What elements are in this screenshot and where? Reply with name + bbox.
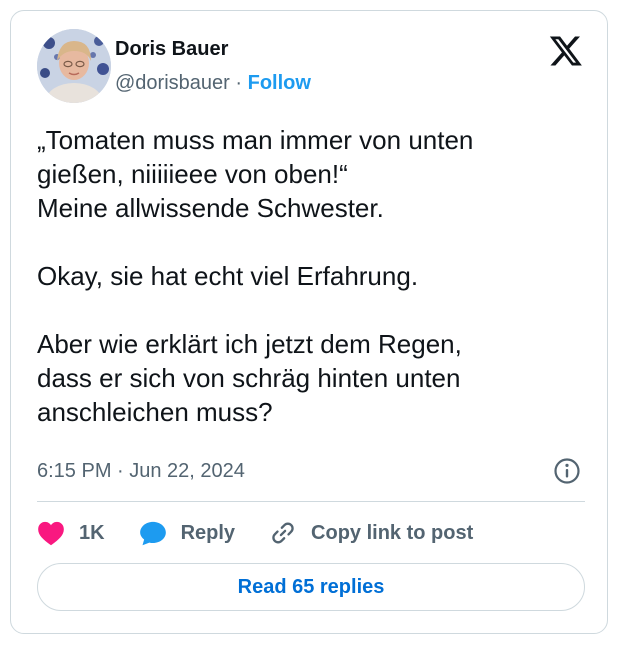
- author-display-name[interactable]: Doris Bauer: [115, 37, 311, 61]
- like-button[interactable]: 1K: [37, 520, 105, 546]
- avatar[interactable]: [37, 29, 111, 103]
- heart-icon: [38, 521, 64, 546]
- reply-bubble-icon: [139, 521, 166, 546]
- follow-link[interactable]: Follow: [248, 72, 311, 94]
- copy-link-button[interactable]: Copy link to post: [269, 519, 473, 547]
- author-info: Doris Bauer @dorisbauer · Follow: [115, 37, 311, 95]
- divider: [37, 501, 585, 502]
- author-handle-row: @dorisbauer · Follow: [115, 71, 311, 95]
- reply-label: Reply: [180, 521, 236, 544]
- link-icon: [272, 522, 294, 544]
- author-handle[interactable]: @dorisbauer: [115, 72, 230, 94]
- read-replies-button[interactable]: Read 65 replies: [37, 563, 585, 611]
- info-icon[interactable]: [553, 457, 581, 485]
- handle-separator: ·: [235, 72, 243, 94]
- action-bar: 1K Reply Copy link to post: [37, 516, 507, 550]
- x-logo-icon[interactable]: [547, 35, 583, 67]
- tweet-text: „Tomaten muss man immer von unten gießen…: [37, 125, 474, 427]
- tweet-timestamp[interactable]: 6:15 PM · Jun 22, 2024: [37, 459, 245, 483]
- like-count: 1K: [79, 521, 105, 544]
- copy-link-label: Copy link to post: [311, 521, 474, 544]
- reply-button[interactable]: Reply: [139, 520, 235, 546]
- tweet-card: Doris Bauer @dorisbauer · Follow „Tomate…: [10, 10, 608, 634]
